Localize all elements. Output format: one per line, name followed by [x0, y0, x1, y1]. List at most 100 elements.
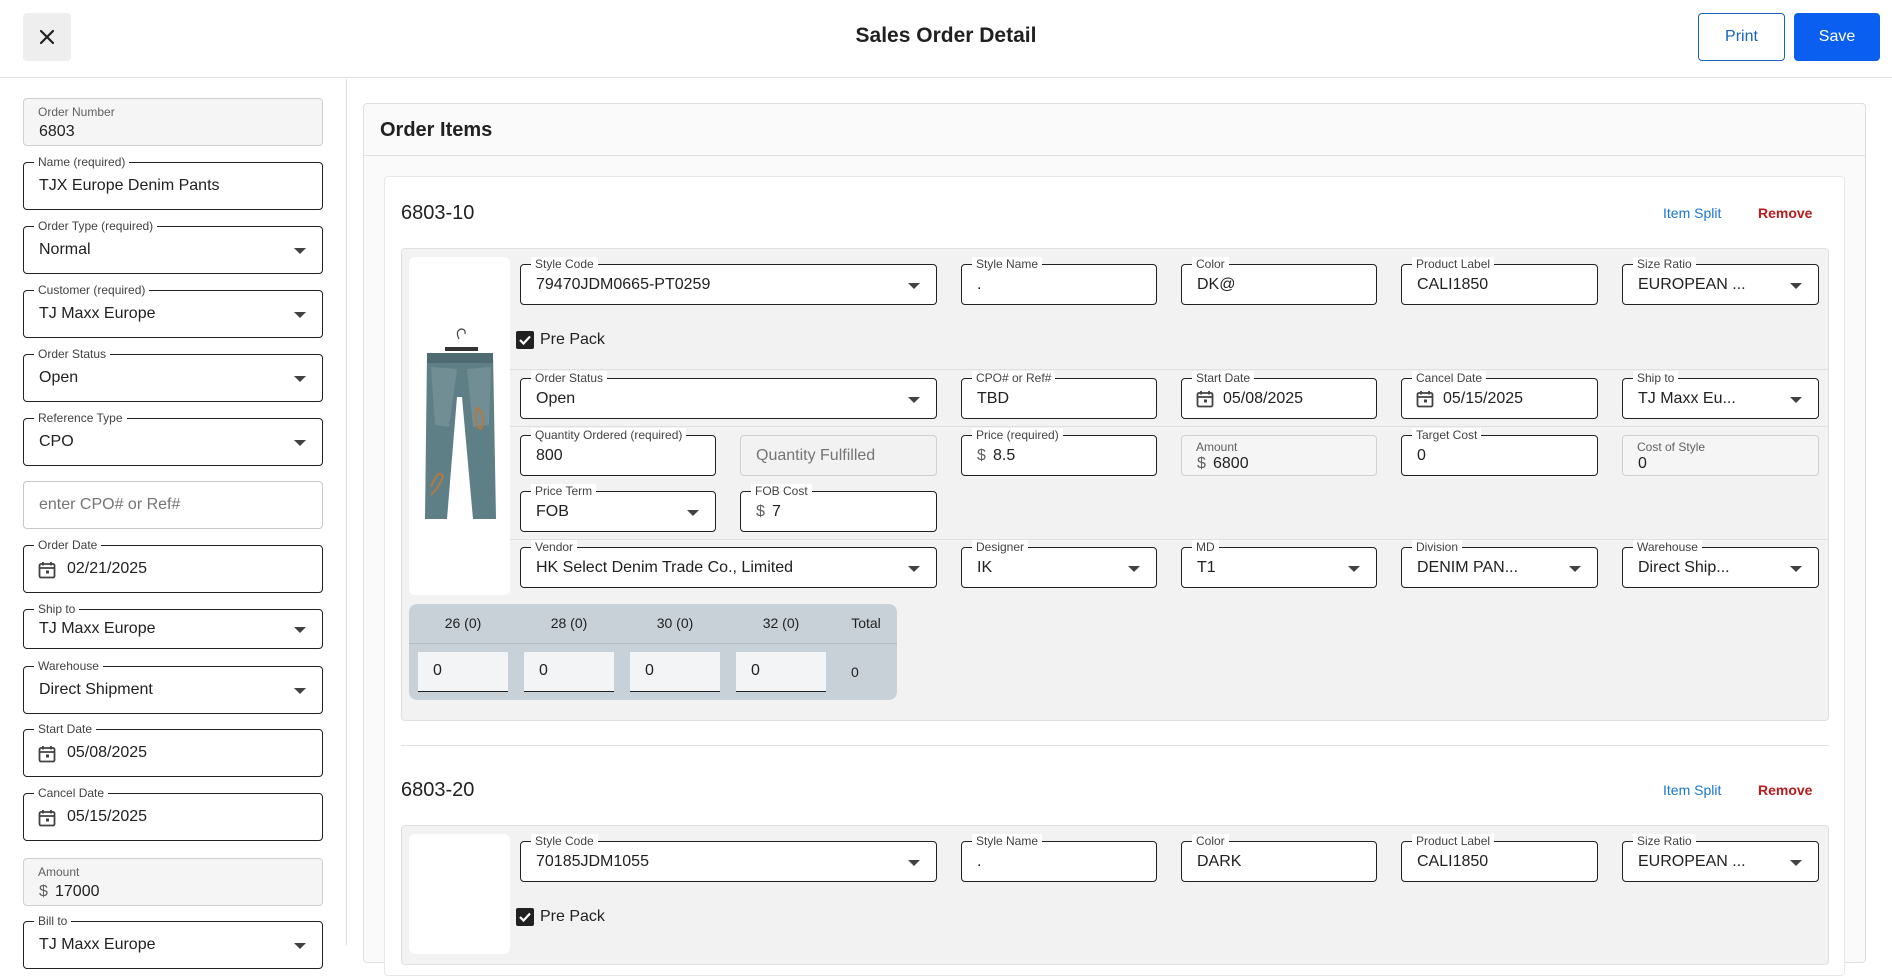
order-number-field: Order Number 6803 — [23, 98, 323, 146]
size-quantity-input[interactable]: 0 — [418, 652, 508, 692]
size-total-value: 0 — [851, 664, 859, 680]
fob-cost-input[interactable]: FOB Cost $ 7 — [740, 484, 937, 532]
pre-pack-label: Pre Pack — [540, 908, 605, 925]
style-name-input[interactable]: Style Name . — [961, 257, 1157, 305]
designer-select[interactable]: Designer IK — [961, 540, 1157, 588]
chevron-down-icon — [294, 627, 306, 633]
calendar-icon — [1416, 391, 1434, 408]
order-date-field[interactable]: Order Date 02/21/2025 — [23, 538, 323, 593]
item-id: 6803-10 — [401, 202, 475, 224]
chevron-down-icon — [294, 943, 306, 949]
cancel-date-field[interactable]: Cancel Date 05/15/2025 — [23, 786, 323, 841]
color-input[interactable]: Color DK@ — [1181, 257, 1377, 305]
divider — [409, 643, 897, 644]
remove-item-button[interactable]: Remove — [1758, 782, 1812, 798]
chevron-down-icon — [908, 566, 920, 572]
size-quantity-input[interactable]: 0 — [736, 652, 826, 692]
division-select[interactable]: Division DENIM PAN... — [1401, 540, 1598, 588]
product-label-input[interactable]: Product Label CALI1850 — [1401, 834, 1598, 882]
ship-to-select[interactable]: Ship to TJ Maxx Europe — [23, 602, 323, 649]
item-ship-to-select[interactable]: Ship to TJ Maxx Eu... — [1622, 371, 1819, 419]
page-title: Sales Order Detail — [855, 24, 1037, 47]
style-name-input[interactable]: Style Name . — [961, 834, 1157, 882]
calendar-icon — [38, 810, 56, 827]
customer-select[interactable]: Customer (required) TJ Maxx Europe — [23, 283, 323, 338]
print-button[interactable]: Print — [1698, 13, 1785, 61]
divider — [510, 369, 1829, 370]
target-cost-input[interactable]: Target Cost 0 — [1401, 428, 1598, 476]
cpo-input[interactable]: CPO# or Ref# TBD — [961, 371, 1157, 419]
chevron-down-icon — [1348, 566, 1360, 572]
pre-pack-label: Pre Pack — [540, 331, 605, 348]
style-code-select[interactable]: Style Code 79470JDM0665-PT0259 — [520, 257, 937, 305]
save-button[interactable]: Save — [1794, 13, 1880, 61]
size-header: 32 (0) — [762, 615, 800, 631]
reference-type-select[interactable]: Reference Type CPO — [23, 411, 323, 466]
jeans-image — [425, 328, 496, 519]
chevron-down-icon — [1128, 566, 1140, 572]
order-items-title: Order Items — [380, 119, 493, 141]
size-ratio-select[interactable]: Size Ratio EUROPEAN ... — [1622, 257, 1819, 305]
product-image — [409, 834, 510, 954]
item-warehouse-select[interactable]: Warehouse Direct Ship... — [1622, 540, 1819, 588]
price-term-select[interactable]: Price Term FOB — [520, 484, 716, 532]
bill-to-select[interactable]: Bill to TJ Maxx Europe — [23, 914, 323, 969]
item-cancel-date-field[interactable]: Cancel Date 05/15/2025 — [1401, 371, 1598, 419]
checkmark-icon — [519, 912, 531, 923]
item-start-date-field[interactable]: Start Date 05/08/2025 — [1181, 371, 1377, 419]
chevron-down-icon — [1790, 860, 1802, 866]
pre-pack-checkbox[interactable] — [516, 331, 534, 349]
pre-pack-checkbox[interactable] — [516, 908, 534, 926]
chevron-down-icon — [294, 688, 306, 694]
color-input[interactable]: Color DARK — [1181, 834, 1377, 882]
item-split-button[interactable]: Item Split — [1663, 205, 1721, 221]
name-field[interactable]: Name (required) TJX Europe Denim Pants — [23, 155, 323, 210]
order-type-select[interactable]: Order Type (required) Normal — [23, 219, 323, 274]
remove-item-button[interactable]: Remove — [1758, 205, 1812, 221]
size-total-header: Total — [851, 615, 881, 631]
product-image — [409, 257, 510, 595]
chevron-down-icon — [908, 860, 920, 866]
item-amount-field: Amount $ 6800 — [1181, 435, 1377, 476]
style-code-select[interactable]: Style Code 70185JDM1055 — [520, 834, 937, 882]
size-ratio-select[interactable]: Size Ratio EUROPEAN ... — [1622, 834, 1819, 882]
chevron-down-icon — [908, 397, 920, 403]
size-header: 30 (0) — [656, 615, 694, 631]
chevron-down-icon — [1790, 397, 1802, 403]
chevron-down-icon — [294, 248, 306, 254]
calendar-icon — [1196, 391, 1214, 408]
warehouse-select[interactable]: Warehouse Direct Shipment — [23, 659, 323, 714]
price-input[interactable]: Price (required) $ 8.5 — [961, 428, 1157, 476]
order-items-header: Order Items — [364, 104, 1865, 156]
top-bar: Sales Order Detail Print Save — [0, 0, 1892, 78]
calendar-icon — [38, 746, 56, 763]
order-status-select[interactable]: Order Status Open — [23, 347, 323, 402]
chevron-down-icon — [687, 510, 699, 516]
checkmark-icon — [519, 335, 531, 346]
calendar-icon — [38, 562, 56, 579]
chevron-down-icon — [294, 376, 306, 382]
size-header: 28 (0) — [550, 615, 588, 631]
item-order-status-select[interactable]: Order Status Open — [520, 371, 937, 419]
item-split-button[interactable]: Item Split — [1663, 782, 1721, 798]
size-quantity-input[interactable]: 0 — [524, 652, 614, 692]
vendor-select[interactable]: Vendor HK Select Denim Trade Co., Limite… — [520, 540, 937, 588]
reference-number-input[interactable]: enter CPO# or Ref# — [23, 481, 323, 529]
chevron-down-icon — [908, 283, 920, 289]
product-label-input[interactable]: Product Label CALI1850 — [1401, 257, 1598, 305]
quantity-ordered-input[interactable]: Quantity Ordered (required) 800 — [520, 428, 716, 476]
size-quantity-input[interactable]: 0 — [630, 652, 720, 692]
chevron-down-icon — [294, 312, 306, 318]
divider — [510, 426, 1829, 427]
chevron-down-icon — [1790, 283, 1802, 289]
quantity-fulfilled-input: Quantity Fulfilled — [740, 435, 937, 476]
amount-field: Amount $ 17000 — [23, 858, 323, 906]
item-id: 6803-20 — [401, 779, 475, 801]
chevron-down-icon — [1569, 566, 1581, 572]
chevron-down-icon — [1790, 566, 1802, 572]
start-date-field[interactable]: Start Date 05/08/2025 — [23, 722, 323, 777]
chevron-down-icon — [294, 440, 306, 446]
item-divider — [401, 745, 1829, 746]
md-select[interactable]: MD T1 — [1181, 540, 1377, 588]
size-header: 26 (0) — [444, 615, 482, 631]
